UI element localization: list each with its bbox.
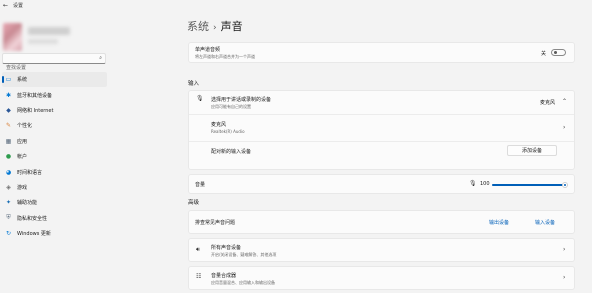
shield-icon: ⛨ bbox=[6, 214, 11, 222]
sidebar-item[interactable]: ● 帐户 bbox=[2, 149, 107, 164]
sidebar-item-label: 蓝牙和其他设备 bbox=[17, 92, 53, 99]
brush-icon: ✎ bbox=[5, 122, 12, 130]
sidebar-item-label: 隐私和安全性 bbox=[17, 215, 48, 222]
speaker-list-icon: 🔊︎ bbox=[196, 246, 200, 253]
sidebar-item[interactable]: ▭ 系统 bbox=[2, 72, 107, 88]
troubleshoot-label: 排查常见声音问题 bbox=[195, 220, 236, 226]
all-sound-devices-title: 所有声音设备 bbox=[211, 245, 242, 251]
advanced-section-label: 高级 bbox=[188, 200, 200, 206]
input-devices-link[interactable]: 输入设备 bbox=[535, 219, 555, 226]
mono-audio-subtitle: 将左声道和右声道合并为一个声道 bbox=[195, 54, 255, 59]
volume-slider-fill bbox=[492, 183, 565, 186]
user-name-redacted bbox=[28, 27, 70, 35]
selected-input-device[interactable]: 麦克风 bbox=[540, 99, 555, 106]
sidebar-item[interactable]: ◈ 游戏 bbox=[2, 180, 107, 195]
search-box[interactable]: ⌕ bbox=[2, 53, 106, 73]
microphone-volume-icon[interactable]: 🎙︎ bbox=[469, 180, 477, 187]
volume-mixer-title: 音量合成器 bbox=[211, 273, 237, 279]
sidebar-item-label: 游戏 bbox=[17, 184, 28, 191]
microphone-device-name[interactable]: 麦克风 bbox=[211, 121, 226, 128]
person-icon: ● bbox=[5, 153, 12, 161]
choose-input-subtitle: 应用可能有自己的设置 bbox=[211, 104, 251, 109]
mono-audio-card[interactable]: 单声道音频 将左声道和右声道合并为一个声道 关 bbox=[188, 42, 575, 63]
sidebar-item[interactable]: ◆ 网络和 Internet bbox=[2, 103, 107, 118]
display-icon: ▭ bbox=[5, 76, 12, 84]
add-device-button[interactable]: 添加设备 bbox=[507, 145, 557, 156]
volume-value: 100 bbox=[480, 181, 490, 187]
title-bar: ← 设置 bbox=[0, 0, 592, 12]
sidebar-item[interactable]: ✱ 蓝牙和其他设备 bbox=[2, 87, 107, 102]
sidebar-item[interactable]: ⛨ 隐私和安全性 bbox=[2, 211, 107, 226]
volume-card: 音量 🎙︎ 100 bbox=[188, 174, 575, 194]
microphone-icon: 🎙︎ bbox=[196, 95, 204, 102]
chevron-right-icon[interactable]: › bbox=[563, 124, 565, 131]
all-sound-devices-card[interactable]: 🔊︎ 所有声音设备 开启/关闭设备、疑难解答、其他选项 › bbox=[188, 238, 575, 262]
input-section-label: 输入 bbox=[188, 81, 200, 87]
output-devices-link[interactable]: 输出设备 bbox=[489, 219, 509, 226]
chevron-right-icon[interactable]: › bbox=[563, 274, 565, 281]
input-devices-card: 🎙︎ 选择用于讲话或录制的设备 应用可能有自己的设置 麦克风 ⌃ 麦克风 Rea… bbox=[188, 90, 575, 170]
sidebar-item-label: 时间和语言 bbox=[17, 169, 43, 176]
app-title: 设置 bbox=[13, 3, 24, 9]
sidebar-item[interactable]: ▦ 应用 bbox=[2, 134, 107, 149]
sidebar-item[interactable]: ✎ 个性化 bbox=[2, 118, 107, 133]
volume-label: 音量 bbox=[195, 182, 206, 188]
divider bbox=[189, 141, 574, 142]
sidebar-item[interactable]: ◕ 时间和语言 bbox=[2, 164, 107, 179]
volume-slider-track[interactable] bbox=[492, 181, 568, 188]
divider bbox=[189, 114, 574, 115]
sidebar-item-label: 辅助功能 bbox=[17, 200, 38, 207]
volume-mixer-subtitle: 应用音量混合、应用输入和输出设备 bbox=[211, 280, 275, 285]
main-content: 系统 › 声音 单声道音频 将左声道和右声道合并为一个声道 关 输入 🎙︎ 选择用于… bbox=[118, 12, 592, 293]
volume-slider-thumb[interactable] bbox=[562, 181, 568, 188]
sidebar-item-label: 帐户 bbox=[17, 154, 28, 161]
choose-input-title[interactable]: 选择用于讲话或录制的设备 bbox=[211, 96, 271, 103]
chevron-up-icon[interactable]: ⌃ bbox=[562, 98, 567, 105]
sidebar-item-label: Windows 更新 bbox=[17, 231, 51, 238]
wifi-icon: ◆ bbox=[6, 106, 11, 114]
gamepad-icon: ◈ bbox=[6, 183, 11, 191]
sidebar-item-label: 个性化 bbox=[17, 123, 33, 130]
apps-icon: ▦ bbox=[5, 137, 12, 145]
sidebar-item-label: 应用 bbox=[17, 138, 28, 145]
chevron-right-icon[interactable]: › bbox=[563, 246, 565, 253]
sidebar-item-label: 系统 bbox=[17, 77, 28, 84]
mixer-sliders-icon: ☷ bbox=[196, 273, 202, 280]
breadcrumb-separator: › bbox=[213, 23, 217, 33]
mono-audio-title: 单声道音频 bbox=[195, 47, 221, 53]
mono-toggle-label: 关 bbox=[541, 51, 547, 57]
sidebar-item-label: 网络和 Internet bbox=[17, 107, 54, 114]
accessibility-icon: ✦ bbox=[5, 199, 12, 207]
page-title: 声音 bbox=[220, 20, 243, 33]
sidebar: ⌕ ▭ 系统 ✱ 蓝牙和其他设备 ◆ 网络和 Internet ✎ 个性化 ▦ 应用 ● 帐户 ◕ 时间和… bbox=[0, 12, 110, 293]
pair-input-label: 配对新的输入设备 bbox=[211, 149, 252, 155]
troubleshoot-card: 排查常见声音问题 输出设备 输入设备 bbox=[188, 210, 575, 234]
mono-audio-toggle[interactable] bbox=[551, 49, 566, 56]
sidebar-item[interactable]: ✦ 辅助功能 bbox=[2, 195, 107, 210]
toggle-knob bbox=[553, 51, 557, 54]
globe-clock-icon: ◕ bbox=[5, 168, 12, 176]
breadcrumb-parent[interactable]: 系统 bbox=[187, 20, 209, 33]
search-icon[interactable]: ⌕ bbox=[99, 55, 102, 61]
user-email-redacted bbox=[28, 39, 58, 44]
sidebar-nav: ▭ 系统 ✱ 蓝牙和其他设备 ◆ 网络和 Internet ✎ 个性化 ▦ 应用 ● 帐户 ◕ 时间和语言… bbox=[2, 72, 107, 241]
back-arrow-icon[interactable]: ← bbox=[3, 2, 8, 9]
all-sound-devices-subtitle: 开启/关闭设备、疑难解答、其他选项 bbox=[211, 252, 277, 257]
breadcrumb: 系统 › 声音 bbox=[187, 18, 243, 34]
update-icon: ↻ bbox=[5, 230, 12, 238]
sidebar-item[interactable]: ↻ Windows 更新 bbox=[2, 226, 107, 241]
avatar[interactable] bbox=[3, 23, 22, 51]
bluetooth-icon: ✱ bbox=[5, 91, 12, 99]
microphone-device-driver: Realtek(R) Audio bbox=[211, 129, 245, 134]
volume-mixer-card[interactable]: ☷ 音量合成器 应用音量混合、应用输入和输出设备 › bbox=[188, 266, 575, 290]
